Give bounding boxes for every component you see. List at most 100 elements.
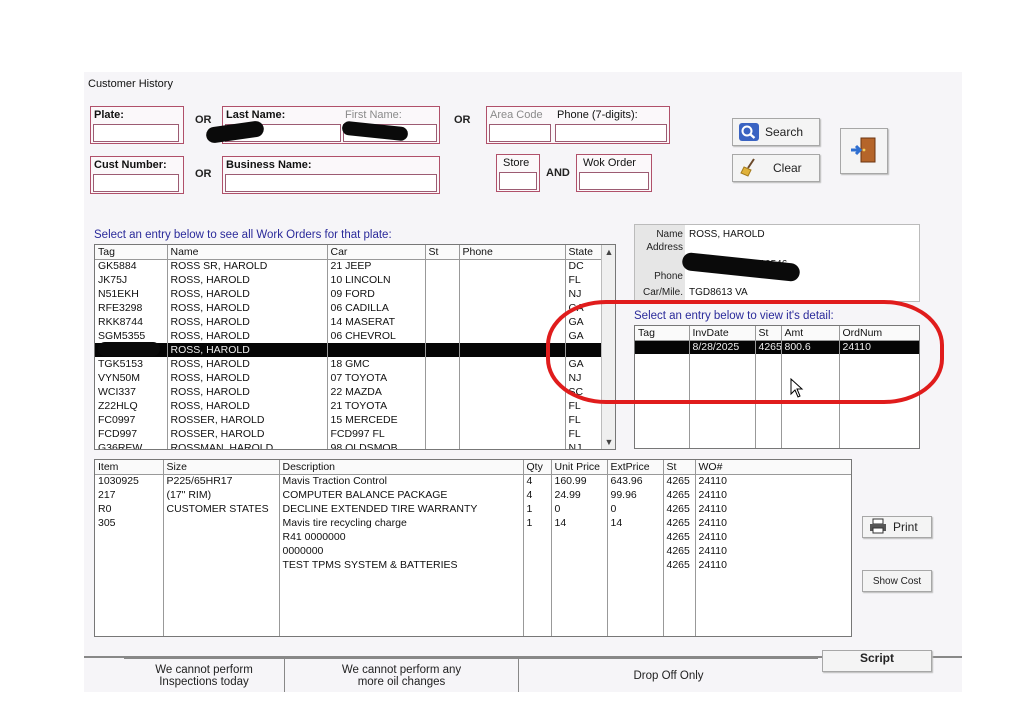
plates-row[interactable]: SGM5355 ROSS, HAROLD 06 CHEVROL GA <box>95 329 604 343</box>
store-input[interactable] <box>499 172 537 190</box>
plates-row[interactable]: GK5884 ROSS SR, HAROLD 21 JEEP DC <box>95 259 604 273</box>
detail-cell: 24110 <box>695 530 851 544</box>
show-cost-button[interactable]: Show Cost <box>862 570 932 592</box>
detail-header-cell: WO# <box>695 460 851 475</box>
area-code-input[interactable] <box>489 124 551 142</box>
detail-cell: R0 <box>95 502 164 516</box>
plates-cell: Z22HLQ <box>95 399 168 413</box>
detail-cell: 217 <box>95 488 164 502</box>
plates-cell <box>459 399 566 413</box>
plates-cell: 21 TOYOTA <box>327 399 426 413</box>
detail-cell: 24110 <box>695 502 851 516</box>
business-name-group: Business Name: <box>222 156 440 194</box>
plates-row[interactable]: RKK8744 ROSS, HAROLD 14 MASERAT GA <box>95 315 604 329</box>
plates-row[interactable]: VYN50M ROSS, HAROLD 07 TOYOTA NJ <box>95 371 604 385</box>
script-button-label: Script <box>859 651 894 665</box>
print-button[interactable]: Print <box>862 516 932 538</box>
plates-row[interactable]: FC0997 ROSSER, HAROLD 15 MERCEDE FL <box>95 413 604 427</box>
search-button[interactable]: Search <box>732 118 820 146</box>
or-label: OR <box>195 114 212 126</box>
clear-button[interactable]: Clear <box>732 154 820 182</box>
detail-cell: 1030925 <box>95 474 164 488</box>
detail-cell: P225/65HR17 <box>163 474 280 488</box>
plates-cell <box>459 413 566 427</box>
plates-cell <box>425 329 460 343</box>
plates-header-cell: St <box>425 245 460 260</box>
plates-cell <box>425 343 460 357</box>
detail-cell: 4 <box>523 488 552 502</box>
plates-header-cell: Tag <box>95 245 168 260</box>
plates-cell: 18 GMC <box>327 357 426 371</box>
script-button[interactable]: Script <box>822 650 932 672</box>
plates-cell: 22 MAZDA <box>327 385 426 399</box>
detail-row[interactable]: R41 0000000 4265 24110 <box>95 530 851 544</box>
detail-cell: R41 0000000 <box>279 530 524 544</box>
detail-cell <box>607 544 664 558</box>
customer-history-window: Customer History Plate: OR Last Name: Fi… <box>84 72 962 692</box>
cust-number-input[interactable] <box>93 174 179 192</box>
plates-cell: FL <box>565 273 604 287</box>
exit-button[interactable] <box>840 128 888 174</box>
plates-table[interactable]: Tag Name Car St Phone State GK5884 ROSS SR, HA… <box>94 244 616 450</box>
detail-row[interactable]: 1030925 P225/65HR17 Mavis Traction Control… <box>95 474 851 488</box>
detail-cell <box>551 544 608 558</box>
detail-cell: 305 <box>95 516 164 530</box>
or-label: OR <box>195 168 212 180</box>
plates-row[interactable]: ROSS, HAROLD <box>95 343 604 357</box>
detail-header-cell: St <box>663 460 696 475</box>
detail-cell: Mavis Traction Control <box>279 474 524 488</box>
plates-cell: ROSSER, HAROLD <box>167 427 328 441</box>
plates-row[interactable]: RFE3298 ROSS, HAROLD 06 CADILLA GA <box>95 301 604 315</box>
detail-row[interactable]: TEST TPMS SYSTEM & BATTERIES 4265 24110 <box>95 558 851 572</box>
plates-cell: NJ <box>565 287 604 301</box>
detail-cell: 4 <box>523 474 552 488</box>
detail-cell: 14 <box>607 516 664 530</box>
detail-cell <box>523 544 552 558</box>
plates-row[interactable]: N51EKH ROSS, HAROLD 09 FORD NJ <box>95 287 604 301</box>
detail-row[interactable]: 217 (17" RIM) COMPUTER BALANCE PACKAGE 4 24.… <box>95 488 851 502</box>
business-name-label: Business Name: <box>226 159 312 171</box>
plates-cell: VYN50M <box>95 371 168 385</box>
detail-cell <box>523 558 552 572</box>
detail-row[interactable]: 0000000 4265 24110 <box>95 544 851 558</box>
detail-cell: 14 <box>551 516 608 530</box>
detail-cell: 24110 <box>695 474 851 488</box>
plates-cell: ROSS, HAROLD <box>167 301 328 315</box>
plates-row[interactable]: G36REW ROSSMAN, HAROLD 98 OLDSMOB NJ <box>95 441 604 449</box>
work-order-detail-table[interactable]: Item Size Description Qty Unit Price ExtPrice… <box>94 459 852 637</box>
plates-cell <box>425 441 460 449</box>
plates-cell <box>459 273 566 287</box>
plates-list-title: Select an entry below to see all Work Or… <box>94 229 392 241</box>
work-order-input[interactable] <box>579 172 649 190</box>
store-label: Store <box>503 157 530 169</box>
plates-row[interactable]: FCD997 ROSSER, HAROLD FCD997 FL FL <box>95 427 604 441</box>
business-name-input[interactable] <box>225 174 437 192</box>
plates-cell: FL <box>565 413 604 427</box>
detail-cell: 0000000 <box>279 544 524 558</box>
detail-row[interactable]: 305 Mavis tire recycling charge 1 14 14 4265 2… <box>95 516 851 530</box>
plates-row[interactable]: Z22HLQ ROSS, HAROLD 21 TOYOTA FL <box>95 399 604 413</box>
detail-cell <box>551 558 608 572</box>
detail-cell: TEST TPMS SYSTEM & BATTERIES <box>279 558 524 572</box>
detail-cell <box>95 544 164 558</box>
broom-icon <box>739 157 759 180</box>
print-button-label: Print <box>893 520 918 534</box>
mouse-cursor-icon <box>790 377 804 401</box>
detail-cell: (17" RIM) <box>163 488 280 502</box>
detail-cell <box>163 516 280 530</box>
plates-header-cell: Car <box>327 245 426 260</box>
plates-row[interactable]: WCI337 ROSS, HAROLD 22 MAZDA SC <box>95 385 604 399</box>
plate-input[interactable] <box>93 124 179 142</box>
phone-input[interactable] <box>555 124 667 142</box>
scroll-down-icon[interactable]: ▼ <box>602 435 615 449</box>
plates-cell: 07 TOYOTA <box>327 371 426 385</box>
detail-row[interactable]: R0 CUSTOMER STATES DECLINE EXTENDED TIRE W… <box>95 502 851 516</box>
scroll-up-icon[interactable]: ▲ <box>602 245 615 259</box>
plates-row[interactable]: JK75J ROSS, HAROLD 10 LINCOLN FL <box>95 273 604 287</box>
detail-cell: 4265 <box>663 530 696 544</box>
detail-cell <box>95 558 164 572</box>
address-label: Address <box>646 242 683 253</box>
cust-number-group: Cust Number: <box>90 156 184 194</box>
detail-cell <box>607 558 664 572</box>
plates-row[interactable]: TGK5153 ROSS, HAROLD 18 GMC GA <box>95 357 604 371</box>
